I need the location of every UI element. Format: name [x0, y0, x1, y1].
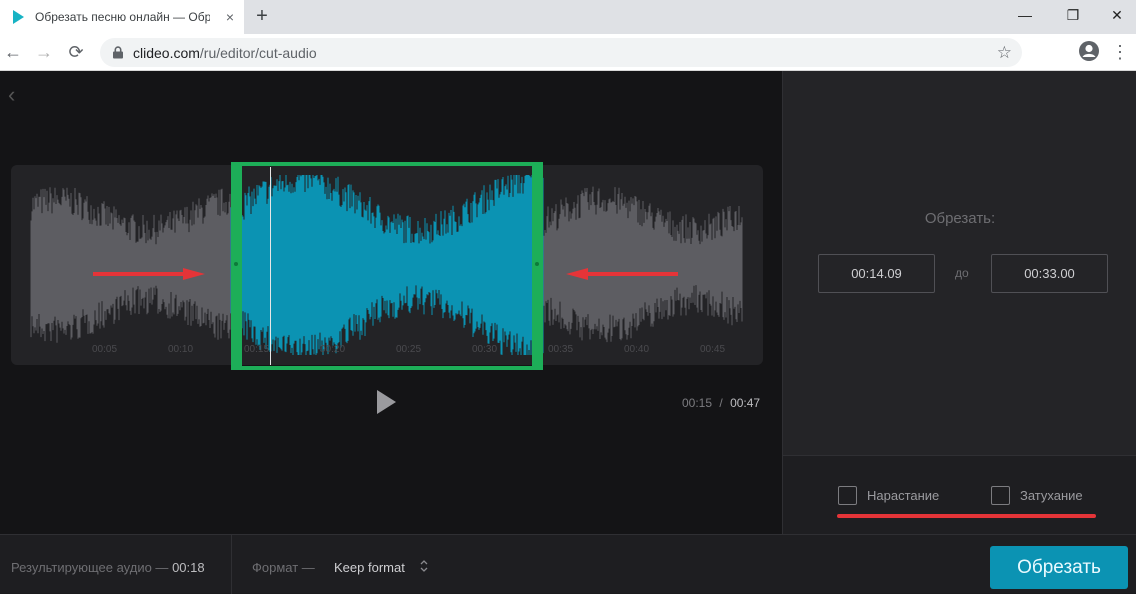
timeline-tick: 00:45	[700, 344, 726, 355]
new-tab-button[interactable]: +	[252, 5, 272, 27]
forward-arrow-icon[interactable]: →	[31, 39, 57, 65]
browser-titlebar: Обрезать песню онлайн — Обрезать × + — ❐…	[0, 0, 1136, 34]
result-duration: 00:18	[172, 560, 205, 575]
bookmark-star-icon[interactable]: ☆	[997, 43, 1012, 63]
trim-settings-panel: Обрезать: 00:14.09 до 00:33.00	[782, 71, 1136, 455]
tab-title: Обрезать песню онлайн — Обрезать	[35, 10, 210, 24]
back-chevron-icon[interactable]: ‹	[8, 84, 24, 106]
profile-icon[interactable]	[1078, 40, 1100, 62]
tab-close-icon[interactable]: ×	[222, 9, 238, 25]
browser-toolbar: ← → ⟳ clideo.com/ru/editor/cut-audio ☆ ⋮	[0, 34, 1136, 71]
minimize-button[interactable]: —	[1002, 0, 1048, 30]
play-icon[interactable]	[375, 389, 397, 415]
address-bar[interactable]: clideo.com/ru/editor/cut-audio ☆	[100, 38, 1022, 67]
timeline-tick: 00:05	[92, 344, 118, 355]
fade-out-label[interactable]: Затухание	[1020, 488, 1083, 503]
playback-time: 00:15 / 00:47	[682, 396, 760, 410]
format-select[interactable]: Keep format	[334, 560, 405, 575]
arrow-right-icon	[93, 268, 205, 280]
up-down-chevron-icon[interactable]	[419, 557, 429, 575]
url-text: clideo.com/ru/editor/cut-audio	[133, 45, 317, 61]
editor-area: ‹ 00:05 00:10 00:15 00:20 00:25 00:30 00…	[0, 71, 782, 534]
url-path: /ru/editor/cut-audio	[199, 45, 317, 61]
timeline-tick: 00:35	[548, 344, 574, 355]
back-arrow-icon[interactable]: ←	[0, 39, 26, 65]
browser-menu-icon[interactable]: ⋮	[1110, 40, 1130, 64]
fade-out-checkbox[interactable]	[991, 486, 1010, 505]
url-host: clideo.com	[133, 45, 200, 61]
divider	[231, 535, 232, 594]
cut-button[interactable]: Обрезать	[990, 546, 1128, 589]
right-trim-handle[interactable]	[535, 262, 539, 266]
fade-in-label[interactable]: Нарастание	[867, 488, 939, 503]
left-trim-handle[interactable]	[234, 262, 238, 266]
timeline-tick: 00:40	[624, 344, 650, 355]
fade-options: Нарастание Затухание	[782, 455, 1136, 534]
annotation-underline	[837, 514, 1096, 518]
arrow-left-icon	[566, 268, 678, 280]
restore-button[interactable]: ❐	[1050, 0, 1096, 30]
end-time-field[interactable]: 00:33.00	[991, 254, 1108, 293]
current-time: 00:15	[682, 396, 713, 410]
close-window-button[interactable]: ✕	[1094, 0, 1136, 30]
fade-in-checkbox[interactable]	[838, 486, 857, 505]
panel-title: Обрезать:	[924, 210, 996, 227]
result-label: Результирующее аудио —	[11, 560, 169, 575]
start-time-field[interactable]: 00:14.09	[818, 254, 935, 293]
timeline-tick: 00:10	[168, 344, 194, 355]
lock-icon	[113, 46, 123, 59]
total-time: 00:47	[730, 396, 761, 410]
browser-tab[interactable]: Обрезать песню онлайн — Обрезать ×	[0, 0, 244, 34]
to-label: до	[955, 266, 969, 280]
format-label: Формат —	[252, 560, 315, 575]
time-separator: /	[719, 396, 723, 410]
reload-icon[interactable]: ⟳	[63, 39, 89, 65]
trim-selection[interactable]	[231, 162, 543, 370]
bottom-bar: Результирующее аудио — 00:18 Формат — Ke…	[0, 534, 1136, 594]
result-audio-info: Результирующее аудио — 00:18	[11, 560, 205, 575]
clideo-play-icon	[13, 10, 24, 24]
